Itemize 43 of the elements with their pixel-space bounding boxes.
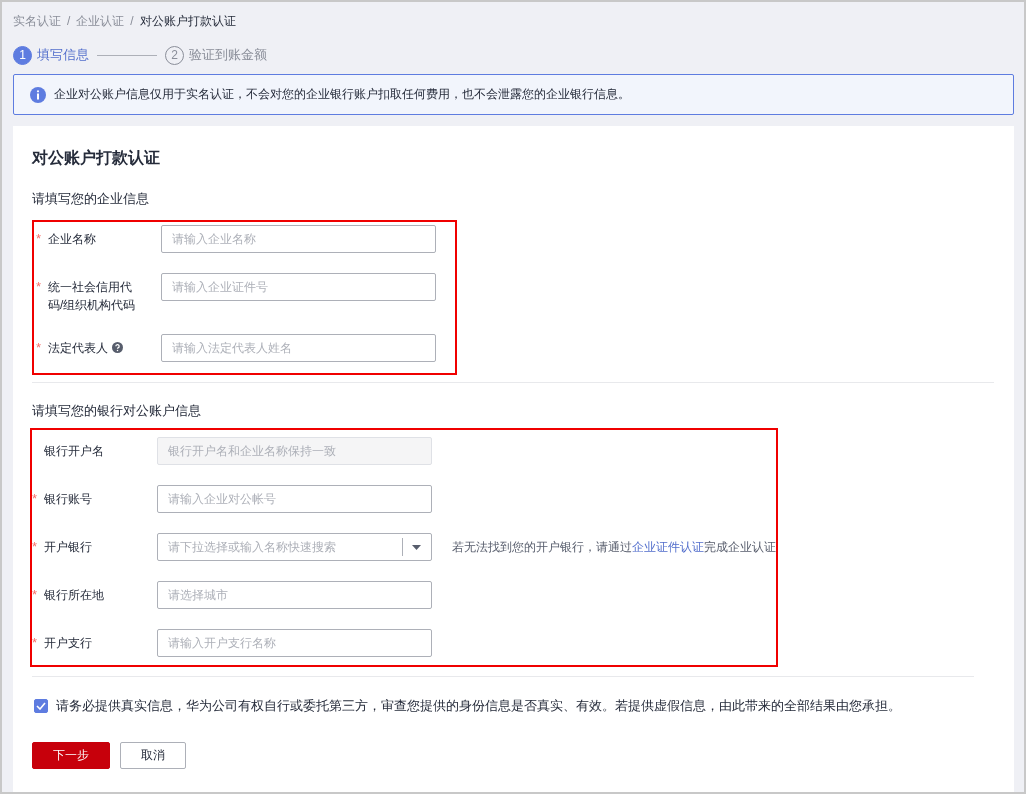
field-label: 银行所在地 — [44, 587, 105, 604]
help-icon[interactable] — [112, 342, 123, 353]
breadcrumb-separator: / — [67, 13, 71, 30]
field-label: 统一社会信用代码/组织机构代码 — [48, 279, 137, 314]
breadcrumb-item[interactable]: 企业认证 — [76, 12, 125, 30]
step-label: 填写信息 — [37, 46, 89, 64]
required-asterisk: * — [32, 586, 39, 604]
input-field[interactable]: 请输入企业对公帐号 — [157, 485, 432, 513]
input-field[interactable]: 请输入法定代表人姓名 — [161, 334, 436, 362]
required-asterisk: * — [36, 339, 43, 357]
required-asterisk: * — [32, 538, 39, 556]
required-asterisk: * — [32, 634, 39, 652]
input-field[interactable]: 请选择城市 — [157, 581, 432, 609]
input-field[interactable]: 请输入企业名称 — [161, 225, 436, 253]
notice-text: 企业对公账户信息仅用于实名认证，不会对您的企业银行账户扣取任何费用，也不会泄露您的企业银行信息。 — [54, 86, 630, 103]
field-label: 开户支行 — [44, 635, 93, 652]
field-label: 银行账号 — [44, 491, 93, 508]
field-label: 法定代表人 — [48, 334, 144, 357]
agreement-checkbox[interactable] — [34, 699, 48, 713]
step-number: 1 — [13, 45, 32, 65]
step-label: 验证到账金额 — [189, 46, 267, 64]
field-label: 企业名称 — [48, 231, 97, 248]
agreement-text: 请务必提供真实信息，华为公司有权自行或委托第三方，审查您提供的身份信息是否真实、有效。若提供虚假信息，由此带来的全部结果由您承担。 — [56, 697, 901, 715]
breadcrumb-item: 对公账户打款认证 — [139, 13, 236, 30]
breadcrumb-separator: / — [130, 13, 134, 30]
form-title: 对公账户打款认证 — [32, 148, 161, 168]
required-asterisk: * — [36, 230, 43, 248]
section-heading: 请填写您的企业信息 — [32, 190, 150, 208]
section-heading: 请填写您的银行对公账户信息 — [32, 402, 202, 420]
bank-dropdown[interactable]: 请下拉选择或输入名称快速搜索 — [157, 533, 432, 561]
field-label: 银行开户名 — [44, 443, 105, 460]
certificate-auth-link[interactable]: 企业证件认证 — [632, 540, 704, 554]
cancel-button[interactable]: 取消 — [120, 742, 186, 769]
breadcrumb-item[interactable]: 实名认证 — [13, 12, 61, 30]
required-asterisk: * — [32, 490, 39, 508]
input-field[interactable]: 请输入企业证件号 — [161, 273, 436, 301]
field-label: 开户银行 — [44, 539, 93, 556]
bank-hint-text: 若无法找到您的开户银行，请通过企业证件认证完成企业认证 — [452, 539, 776, 556]
required-asterisk: * — [36, 278, 43, 296]
info-icon — [30, 86, 46, 103]
next-button[interactable]: 下一步 — [32, 742, 110, 769]
input-field[interactable]: 请输入开户支行名称 — [157, 629, 432, 657]
caret-icon — [412, 544, 421, 550]
